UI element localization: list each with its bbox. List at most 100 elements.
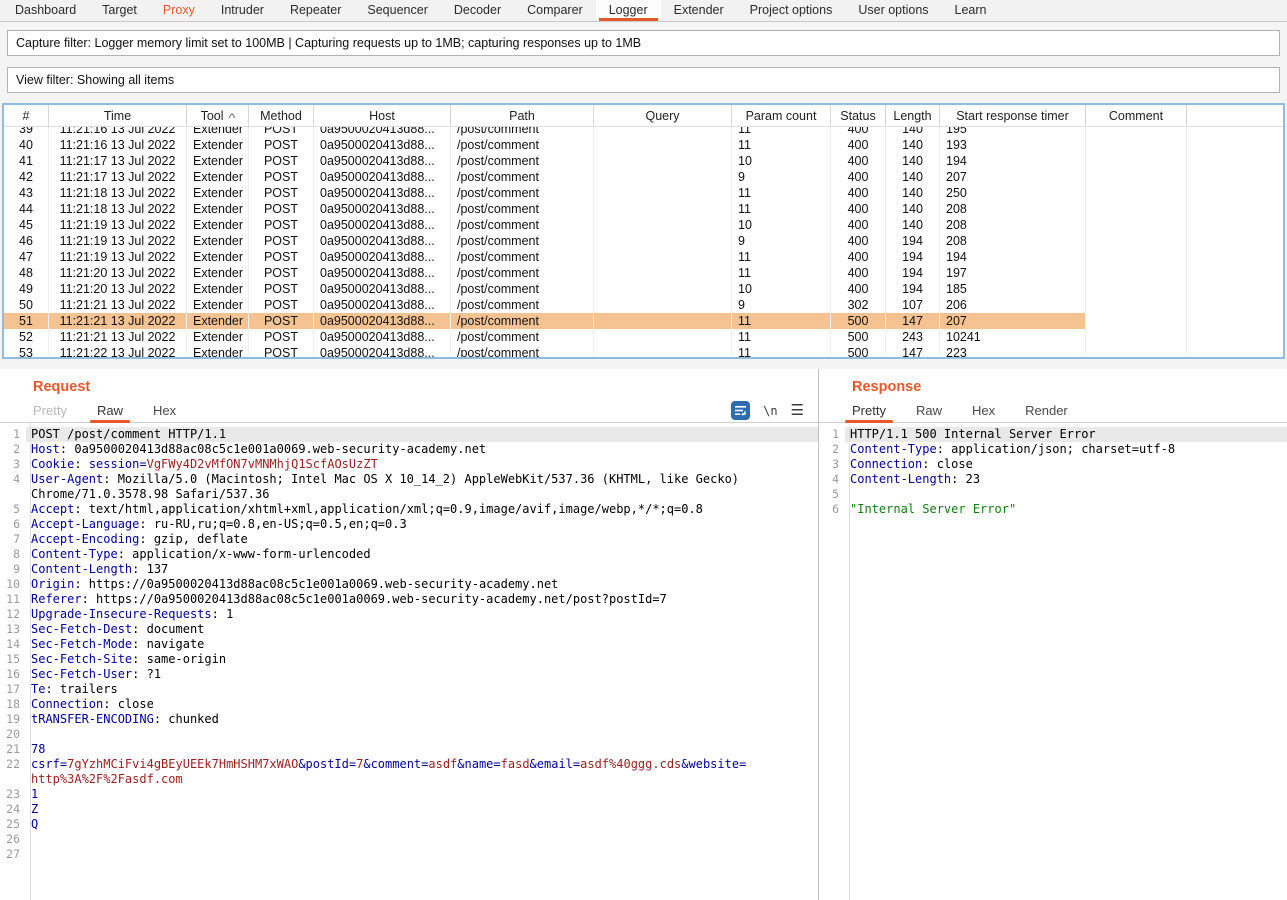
code-line: 17Te: trailers [0, 682, 818, 697]
cell-id: 48 [4, 265, 49, 281]
log-row-48[interactable]: 4811:21:20 13 Jul 2022ExtenderPOST0a9500… [4, 265, 1283, 281]
line-content: Connection: close [845, 457, 1287, 472]
column-header-method[interactable]: Method [249, 105, 314, 126]
tab-user-options[interactable]: User options [845, 0, 941, 21]
column-label: Start response timer [956, 109, 1069, 123]
tab-logger[interactable]: Logger [596, 0, 661, 21]
cell-start_response_timer: 207 [940, 313, 1086, 329]
response-tab-bar: PrettyRawHexRender [819, 399, 1287, 423]
line-content: Sec-Fetch-Dest: document [26, 622, 818, 637]
line-number: 5 [0, 502, 26, 517]
log-row-42[interactable]: 4211:21:17 13 Jul 2022ExtenderPOST0a9500… [4, 169, 1283, 185]
column-header-query[interactable]: Query [594, 105, 732, 126]
tab-sequencer[interactable]: Sequencer [354, 0, 440, 21]
request-editor[interactable]: 1POST /post/comment HTTP/1.12Host: 0a950… [0, 423, 818, 900]
response-tab-render[interactable]: Render [1010, 400, 1083, 422]
tab-decoder[interactable]: Decoder [441, 0, 514, 21]
tab-target[interactable]: Target [89, 0, 150, 21]
tab-project-options[interactable]: Project options [737, 0, 846, 21]
log-row-51[interactable]: 5111:21:21 13 Jul 2022ExtenderPOST0a9500… [4, 313, 1283, 329]
line-content: Q [26, 817, 818, 832]
horizontal-splitter[interactable] [0, 359, 1287, 369]
line-number: 21 [0, 742, 26, 757]
cell-param_count: 11 [732, 127, 831, 137]
column-header-tool[interactable]: Tool∧ [187, 105, 249, 126]
log-row-49[interactable]: 4911:21:20 13 Jul 2022ExtenderPOST0a9500… [4, 281, 1283, 297]
log-row-50[interactable]: 5011:21:21 13 Jul 2022ExtenderPOST0a9500… [4, 297, 1283, 313]
column-header-start_response_timer[interactable]: Start response timer [940, 105, 1086, 126]
cell-method: POST [249, 281, 314, 297]
log-row-44[interactable]: 4411:21:18 13 Jul 2022ExtenderPOST0a9500… [4, 201, 1283, 217]
cell-status: 302 [831, 297, 886, 313]
menu-icon[interactable]: ☰ [791, 403, 804, 418]
cell-path: /post/comment [451, 169, 594, 185]
cell-status: 400 [831, 153, 886, 169]
cell-length: 140 [886, 201, 940, 217]
log-row-53[interactable]: 5311:21:22 13 Jul 2022ExtenderPOST0a9500… [4, 345, 1283, 357]
line-number: 18 [0, 697, 26, 712]
request-tab-pretty[interactable]: Pretty [18, 400, 82, 422]
cell-time: 11:21:19 13 Jul 2022 [49, 249, 187, 265]
tab-intruder[interactable]: Intruder [208, 0, 277, 21]
code-line: 4User-Agent: Mozilla/5.0 (Macintosh; Int… [0, 472, 818, 502]
tab-proxy[interactable]: Proxy [150, 0, 208, 21]
log-row-40[interactable]: 4011:21:16 13 Jul 2022ExtenderPOST0a9500… [4, 137, 1283, 153]
column-header-time[interactable]: Time [49, 105, 187, 126]
log-row-43[interactable]: 4311:21:18 13 Jul 2022ExtenderPOST0a9500… [4, 185, 1283, 201]
column-header-status[interactable]: Status [831, 105, 886, 126]
cell-start_response_timer: 10241 [940, 329, 1086, 345]
request-tab-hex[interactable]: Hex [138, 400, 191, 422]
response-tab-pretty[interactable]: Pretty [837, 400, 901, 422]
log-row-46[interactable]: 4611:21:19 13 Jul 2022ExtenderPOST0a9500… [4, 233, 1283, 249]
cell-length: 140 [886, 153, 940, 169]
log-row-52[interactable]: 5211:21:21 13 Jul 2022ExtenderPOST0a9500… [4, 329, 1283, 345]
column-header-comment[interactable]: Comment [1086, 105, 1187, 126]
capture-filter-bar[interactable]: Capture filter: Logger memory limit set … [7, 30, 1280, 56]
response-editor[interactable]: 1HTTP/1.1 500 Internal Server Error2Cont… [819, 423, 1287, 900]
tab-extender[interactable]: Extender [661, 0, 737, 21]
log-row-39[interactable]: 3911:21:16 13 Jul 2022ExtenderPOST0a9500… [4, 127, 1283, 137]
cell-comment [1086, 169, 1187, 185]
cell-method: POST [249, 345, 314, 357]
tab-dashboard[interactable]: Dashboard [2, 0, 89, 21]
code-line: 24Z [0, 802, 818, 817]
logger-table-body[interactable]: 3911:21:16 13 Jul 2022ExtenderPOST0a9500… [4, 127, 1283, 357]
cell-length: 140 [886, 137, 940, 153]
request-tab-raw[interactable]: Raw [82, 400, 138, 422]
column-header-host[interactable]: Host [314, 105, 451, 126]
response-tab-raw[interactable]: Raw [901, 400, 957, 422]
line-content: Connection: close [26, 697, 818, 712]
cell-query [594, 153, 732, 169]
cell-method: POST [249, 265, 314, 281]
newline-icon[interactable]: \n [763, 404, 777, 418]
cell-path: /post/comment [451, 345, 594, 357]
column-header-path[interactable]: Path [451, 105, 594, 126]
column-label: Host [369, 109, 395, 123]
cell-query [594, 265, 732, 281]
cell-host: 0a9500020413d88... [314, 185, 451, 201]
log-row-45[interactable]: 4511:21:19 13 Jul 2022ExtenderPOST0a9500… [4, 217, 1283, 233]
line-content: Sec-Fetch-User: ?1 [26, 667, 818, 682]
column-header-param_count[interactable]: Param count [732, 105, 831, 126]
code-line: 2178 [0, 742, 818, 757]
response-tab-hex[interactable]: Hex [957, 400, 1010, 422]
cell-id: 42 [4, 169, 49, 185]
log-row-47[interactable]: 4711:21:19 13 Jul 2022ExtenderPOST0a9500… [4, 249, 1283, 265]
line-content: HTTP/1.1 500 Internal Server Error [845, 427, 1287, 442]
code-line: 25Q [0, 817, 818, 832]
tab-learn[interactable]: Learn [942, 0, 1000, 21]
line-number: 1 [0, 427, 26, 442]
word-wrap-icon[interactable] [731, 401, 750, 420]
column-header-id[interactable]: # [4, 105, 49, 126]
line-content: Accept-Encoding: gzip, deflate [26, 532, 818, 547]
column-header-length[interactable]: Length [886, 105, 940, 126]
log-row-41[interactable]: 4111:21:17 13 Jul 2022ExtenderPOST0a9500… [4, 153, 1283, 169]
tab-comparer[interactable]: Comparer [514, 0, 596, 21]
cell-comment [1086, 217, 1187, 233]
cell-comment [1086, 233, 1187, 249]
view-filter-bar[interactable]: View filter: Showing all items [7, 67, 1280, 93]
cell-method: POST [249, 217, 314, 233]
cell-tool: Extender [187, 127, 249, 137]
cell-tool: Extender [187, 233, 249, 249]
tab-repeater[interactable]: Repeater [277, 0, 354, 21]
